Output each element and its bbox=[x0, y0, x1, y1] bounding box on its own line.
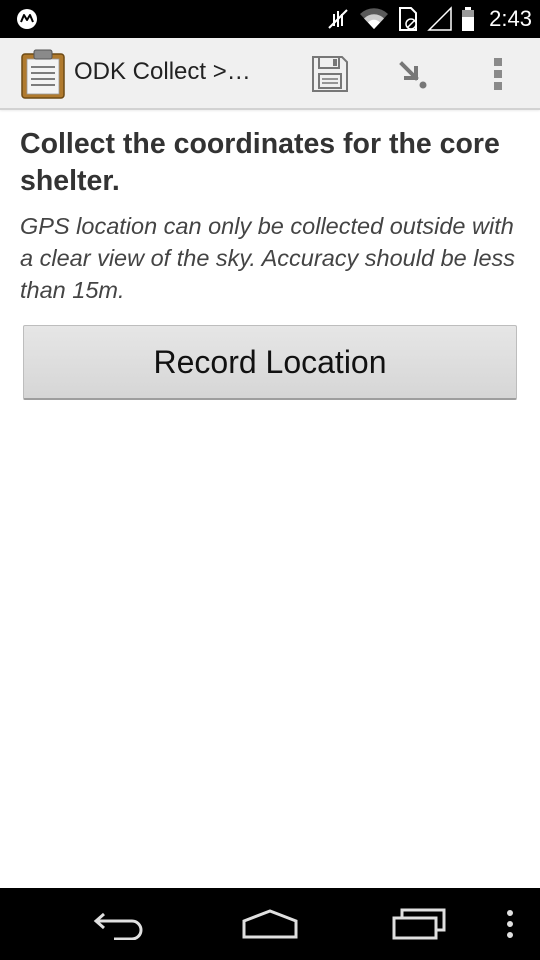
save-icon bbox=[312, 56, 348, 92]
action-bar: ODK Collect >… bbox=[0, 38, 540, 110]
sim-icon bbox=[399, 7, 418, 31]
question-hint: GPS location can only be collected outsi… bbox=[20, 213, 516, 303]
back-icon bbox=[93, 912, 143, 940]
jump-to-button[interactable] bbox=[390, 52, 434, 96]
home-icon bbox=[242, 909, 298, 939]
clipboard-app-icon[interactable] bbox=[20, 49, 66, 99]
save-button[interactable] bbox=[308, 52, 352, 96]
question-title: Collect the coordinates for the core she… bbox=[20, 128, 500, 197]
jump-to-icon bbox=[399, 61, 427, 89]
overflow-menu-icon bbox=[494, 58, 502, 90]
record-location-button[interactable]: Record Location bbox=[23, 325, 517, 400]
status-icons: 2:43 bbox=[325, 0, 532, 38]
recents-icon bbox=[392, 908, 446, 940]
menu-icon bbox=[507, 910, 513, 938]
signal-icon bbox=[427, 6, 452, 31]
status-bar: 2:43 bbox=[0, 0, 540, 38]
menu-button[interactable] bbox=[498, 902, 522, 946]
navigation-bar bbox=[0, 888, 540, 960]
vibrate-off-icon bbox=[328, 9, 348, 29]
motorola-logo-icon bbox=[17, 9, 37, 29]
app-title: ODK Collect >… bbox=[74, 58, 251, 85]
back-button[interactable] bbox=[88, 902, 152, 946]
home-button[interactable] bbox=[238, 902, 302, 946]
recents-button[interactable] bbox=[388, 902, 452, 946]
overflow-menu-button[interactable] bbox=[476, 52, 520, 96]
status-clock: 2:43 bbox=[489, 6, 532, 31]
battery-icon bbox=[462, 7, 475, 31]
wifi-icon bbox=[360, 8, 389, 30]
